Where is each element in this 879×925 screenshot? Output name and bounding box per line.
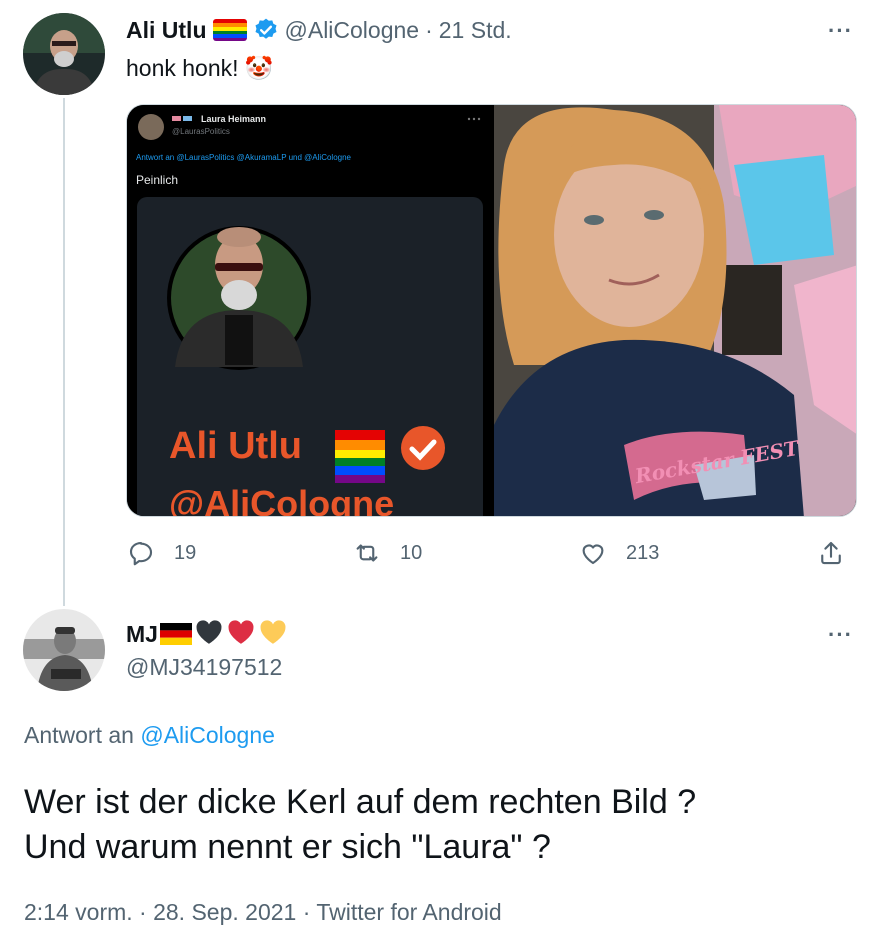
tweet1-author-name[interactable]: Ali Utlu xyxy=(126,17,207,44)
german-flag-icon xyxy=(159,623,192,645)
tweet1-header: Ali Utlu @AliCologne · 21 Std. xyxy=(126,15,512,45)
author-avatar-ali[interactable] xyxy=(23,13,105,95)
retweet-button[interactable]: 10 xyxy=(352,538,422,568)
tweet1-action-bar: 19 10 213 xyxy=(126,536,857,576)
tweet2-text-line2: Und warum nennt er sich "Laura" ? xyxy=(24,828,551,866)
inner-author-handle: @LaurasPolitics xyxy=(172,127,230,136)
retweet-icon xyxy=(356,544,378,562)
tweet2-author-name[interactable]: MJ xyxy=(126,621,158,648)
reply-icon xyxy=(129,541,153,566)
yellow-heart-icon xyxy=(258,619,288,650)
inner-author-name: Laura Heimann xyxy=(201,114,267,124)
selfie-photo-graphic xyxy=(494,105,856,516)
heart-icon xyxy=(582,544,604,565)
avatar-image xyxy=(23,13,105,95)
verified-badge-icon xyxy=(253,17,279,43)
inner-profile-handle: @AliCologne xyxy=(169,483,395,517)
tweet2-text: Wer ist der dicke Kerl auf dem rechten B… xyxy=(24,780,696,870)
media-image-left[interactable]: Laura Heimann @LaurasPolitics Antwort an… xyxy=(127,105,491,517)
inner-reply-to: Antwort an @LaurasPolitics @AkuramaLP un… xyxy=(136,153,351,162)
reply-count: 19 xyxy=(174,541,197,564)
media-image-right[interactable]: Rockstar FEST xyxy=(494,105,856,516)
tweet1-media-grid[interactable]: Laura Heimann @LaurasPolitics Antwort an… xyxy=(126,104,857,517)
thread-connector-line xyxy=(63,98,65,606)
like-count: 213 xyxy=(626,541,660,564)
inner-profile-name: Ali Utlu xyxy=(169,425,302,467)
tweet1-more-button[interactable]: ··· xyxy=(828,18,853,44)
reply-prefix: Antwort an xyxy=(24,722,134,748)
retweet-count: 10 xyxy=(400,541,423,564)
tweet2-meta[interactable]: 2:14 vorm. · 28. Sep. 2021 · Twitter for… xyxy=(24,899,502,925)
reply-button[interactable]: 19 xyxy=(126,538,196,568)
tweet1-text: honk honk! 🤡 xyxy=(126,55,274,81)
red-heart-icon xyxy=(226,619,256,650)
tweet2-author-line: MJ xyxy=(126,619,288,650)
tweet1-timestamp[interactable]: 21 Std. xyxy=(439,17,512,44)
tweet2-text-line1: Wer ist der dicke Kerl auf dem rechten B… xyxy=(24,783,697,821)
author-avatar-mj[interactable] xyxy=(23,609,105,691)
tweet2-author-handle[interactable]: @MJ34197512 xyxy=(126,654,282,681)
reply-context: Antwort an @AliCologne xyxy=(24,722,275,749)
avatar-image xyxy=(23,609,105,691)
share-button[interactable] xyxy=(816,538,846,568)
tweet1-separator: · xyxy=(425,16,433,43)
rainbow-flag-icon xyxy=(212,19,247,41)
share-icon xyxy=(821,541,841,565)
inner-tweet-text: Peinlich xyxy=(136,173,179,187)
reply-mention-link[interactable]: @AliCologne xyxy=(140,722,275,748)
tweet2-more-button[interactable]: ··· xyxy=(828,622,853,648)
black-heart-icon xyxy=(194,619,224,650)
like-button[interactable]: 213 xyxy=(578,538,659,568)
tweet1-author-handle[interactable]: @AliCologne xyxy=(285,17,420,44)
